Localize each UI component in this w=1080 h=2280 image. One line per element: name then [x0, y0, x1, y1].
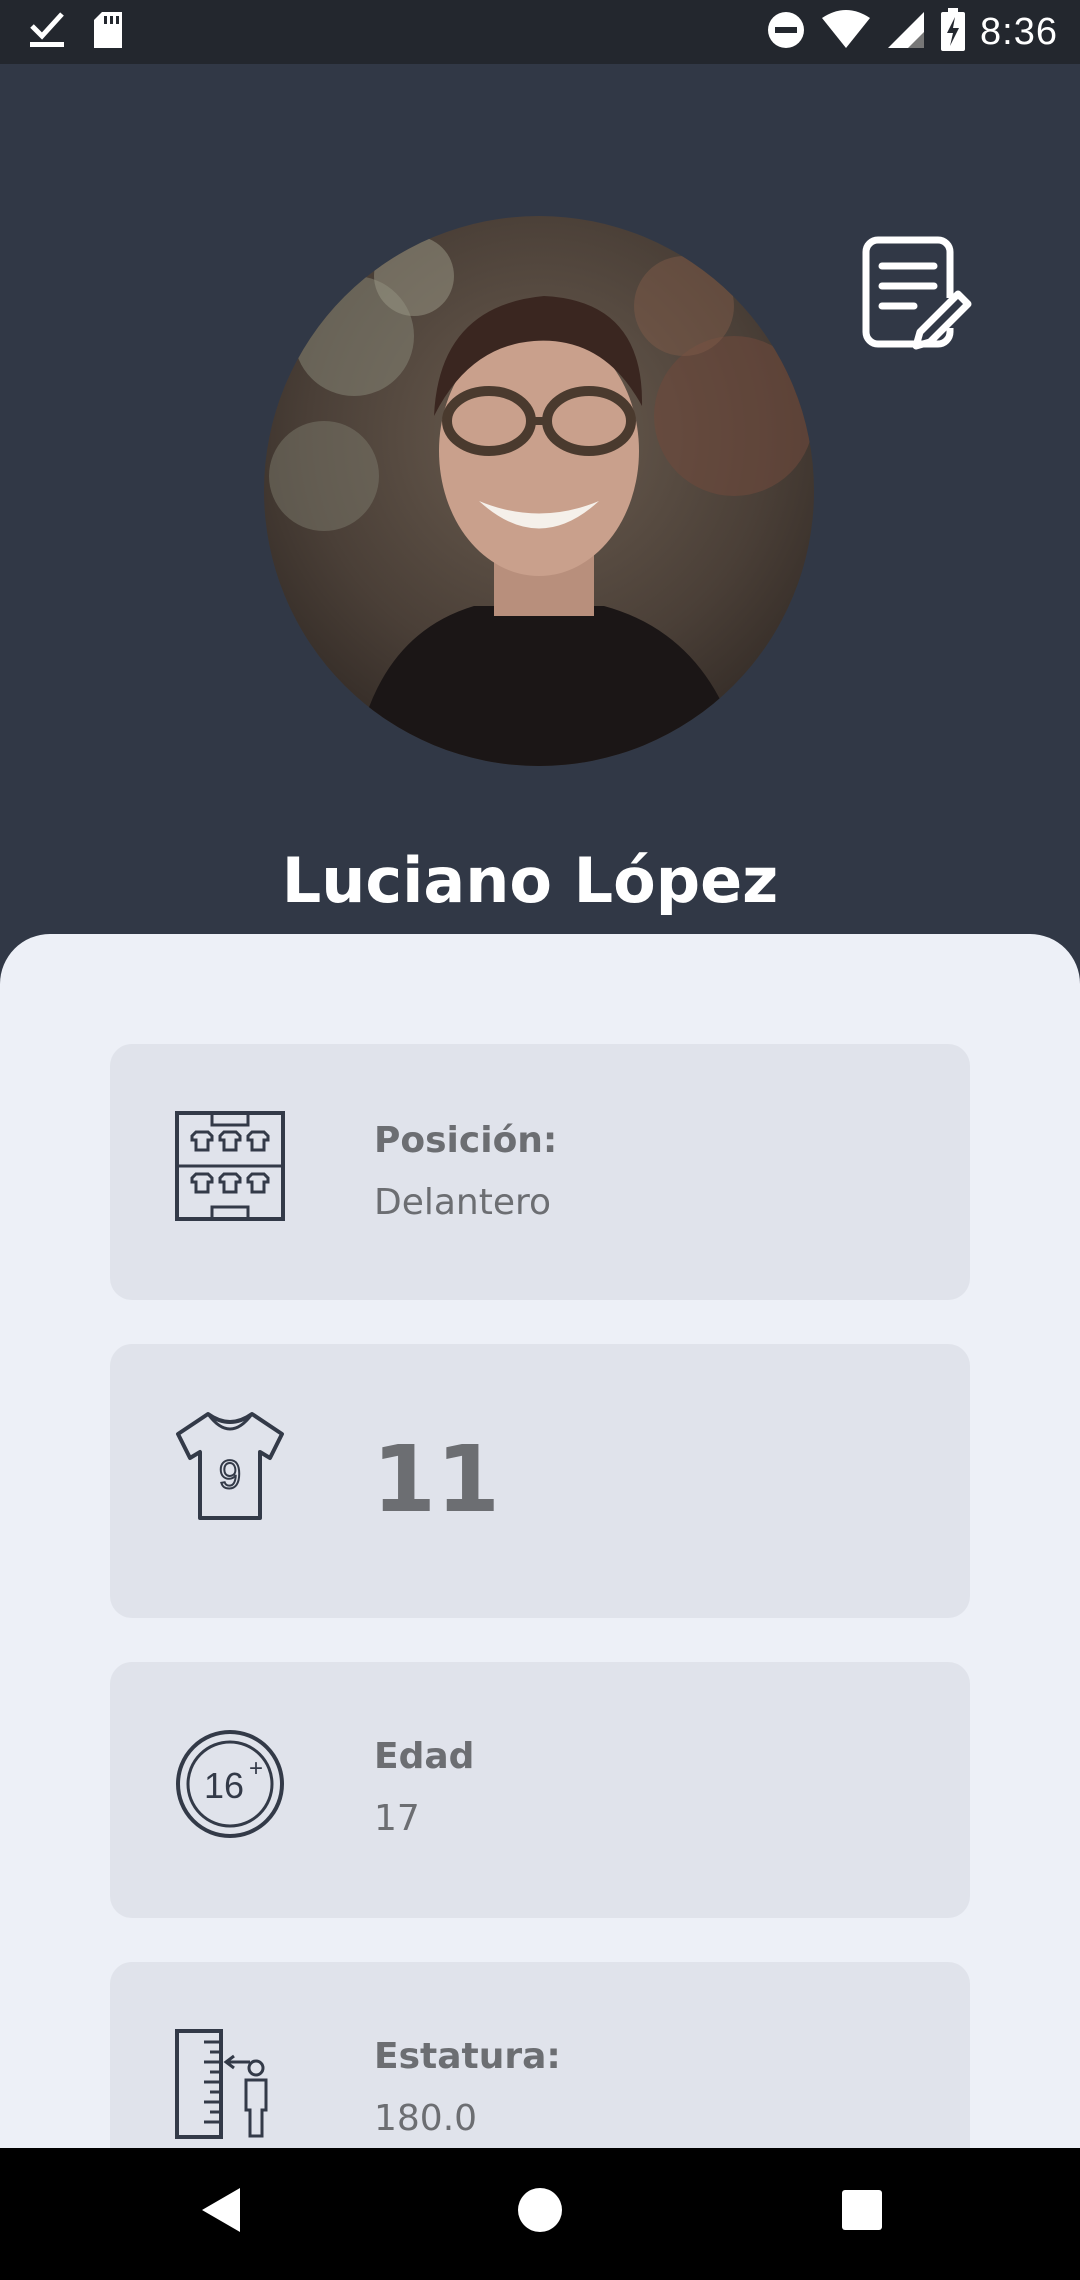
profile-header: Luciano López [0, 64, 1080, 944]
back-button[interactable] [196, 2184, 244, 2241]
download-done-icon [28, 10, 66, 55]
cell-signal-icon [886, 10, 926, 55]
position-card: Posición: Delantero [110, 1044, 970, 1300]
jersey-number: 11 [372, 1426, 501, 1533]
sd-card-icon [92, 10, 124, 55]
navigation-bar [0, 2148, 1080, 2280]
player-name: Luciano López [281, 844, 779, 917]
recents-button[interactable] [838, 2184, 886, 2241]
age-label: Edad [374, 1736, 475, 1777]
height-ruler-icon [174, 2028, 286, 2145]
wifi-icon [820, 10, 872, 55]
edit-note-icon [862, 236, 972, 350]
age-value: 17 [374, 1798, 420, 1839]
status-bar: 8:36 [0, 0, 1080, 64]
avatar [264, 216, 814, 766]
svg-text:16: 16 [204, 1765, 244, 1806]
position-label: Posición: [374, 1120, 558, 1161]
jersey-number-card: 9 11 [110, 1344, 970, 1618]
formation-icon [174, 1110, 286, 1227]
svg-text:+: + [249, 1755, 263, 1782]
recents-icon [842, 2190, 882, 2230]
age-card: 16 + Edad 17 [110, 1662, 970, 1918]
position-value: Delantero [374, 1182, 552, 1223]
battery-charging-icon [940, 8, 966, 57]
height-label: Estatura: [374, 2036, 561, 2077]
height-value: 180.0 [374, 2098, 478, 2139]
svg-text:9: 9 [219, 1453, 241, 1497]
height-card: Estatura: 180.0 [110, 1962, 970, 2148]
player-details: Posición: Delantero 9 11 16 + Edad 17 Es… [0, 934, 1080, 2148]
edit-profile-button[interactable] [858, 234, 972, 354]
clock: 8:36 [980, 11, 1058, 53]
age-16-plus-icon: 16 + [174, 1728, 286, 1845]
home-icon [518, 2188, 562, 2232]
jersey-icon: 9 [174, 1410, 286, 1527]
back-icon [202, 2188, 240, 2232]
do-not-disturb-icon [766, 10, 806, 55]
home-button[interactable] [514, 2184, 566, 2241]
